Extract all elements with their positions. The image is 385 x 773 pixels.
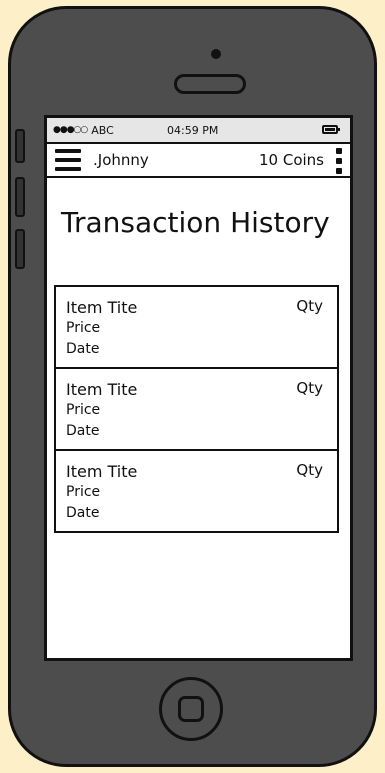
vertical-more-icon[interactable] xyxy=(336,148,342,174)
carrier-name: ABC xyxy=(91,123,114,137)
page-title: Transaction History xyxy=(61,206,330,239)
item-price: Price xyxy=(66,320,101,336)
earpiece-speaker xyxy=(174,74,246,94)
mute-switch xyxy=(15,129,25,163)
item-date: Date xyxy=(66,423,100,439)
item-qty: Qty xyxy=(296,461,323,479)
signal-strength-icon: ●●●○○ xyxy=(53,125,88,135)
item-date: Date xyxy=(66,341,100,357)
volume-down-button xyxy=(15,229,25,269)
nav-bar: .Johnny 10 Coins xyxy=(47,144,350,178)
home-square-icon xyxy=(178,696,204,722)
status-time: 04:59 PM xyxy=(167,123,219,137)
status-bar: ●●●○○ ABC 04:59 PM xyxy=(47,118,350,144)
item-price: Price xyxy=(66,484,101,500)
transaction-item[interactable]: Item Tite Price Date Qty xyxy=(54,449,339,533)
item-qty: Qty xyxy=(296,379,323,397)
transaction-item[interactable]: Item Tite Price Date Qty xyxy=(54,285,339,369)
hamburger-menu-icon[interactable] xyxy=(55,149,81,171)
item-price: Price xyxy=(66,402,101,418)
item-date: Date xyxy=(66,505,100,521)
home-button-icon[interactable] xyxy=(159,677,223,741)
coin-balance: 10 Coins xyxy=(259,151,324,169)
item-qty: Qty xyxy=(296,297,323,315)
username-label: .Johnny xyxy=(93,151,149,169)
front-camera xyxy=(211,49,221,59)
transaction-item[interactable]: Item Tite Price Date Qty xyxy=(54,367,339,451)
volume-up-button xyxy=(15,177,25,217)
battery-icon xyxy=(322,125,340,134)
transaction-list: Item Tite Price Date Qty Item Tite Price… xyxy=(54,285,339,533)
phone-screen: ●●●○○ ABC 04:59 PM .Johnny 10 Coins Tran… xyxy=(44,115,353,661)
